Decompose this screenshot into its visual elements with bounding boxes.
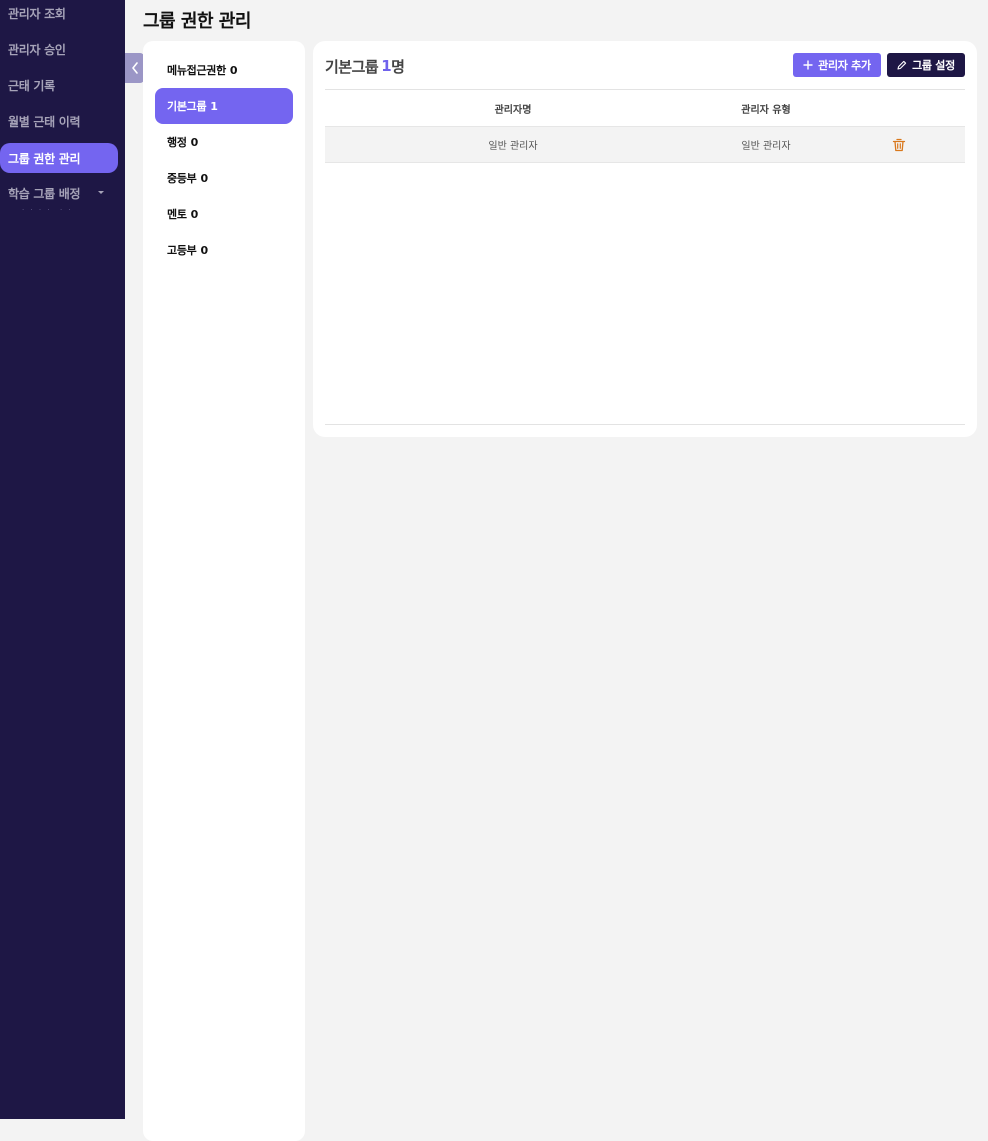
group-item-middle-school[interactable]: 중등부 0 <box>155 160 293 196</box>
group-detail-card: 기본그룹 1 명 관리자 추가 그룹 설정 관리자명 관리자 유형 일반 관리자… <box>313 41 977 437</box>
group-count: 0 <box>200 243 208 257</box>
group-item-high-school[interactable]: 고등부 0 <box>155 232 293 268</box>
admin-table-header: 관리자명 관리자 유형 <box>325 89 965 126</box>
admin-type-cell: 일반 관리자 <box>741 141 791 152</box>
group-settings-button[interactable]: 그룹 설정 <box>887 53 965 77</box>
group-list-panel: 메뉴접근권한 0 기본그룹 1 행정 0 중등부 0 멘토 0 고등부 0 <box>143 41 305 1141</box>
group-detail-title: 기본그룹 1 명 <box>325 54 405 78</box>
trash-icon <box>892 138 906 151</box>
group-item-mentor[interactable]: 멘토 0 <box>155 196 293 232</box>
group-count: 0 <box>190 135 199 149</box>
member-count: 1 <box>381 57 392 75</box>
sidebar-item-label: 근태 기록 <box>8 78 55 93</box>
group-item-basic[interactable]: 기본그룹 1 <box>155 88 293 124</box>
pencil-icon <box>897 60 907 70</box>
group-settings-label: 그룹 설정 <box>912 59 955 72</box>
sidebar-item-label: 학습 그룹 배정 <box>8 186 81 201</box>
group-item-menu-access[interactable]: 메뉴접근권한 0 <box>155 52 293 88</box>
group-detail-name: 기본그룹 <box>325 57 379 76</box>
group-name: 고등부 <box>167 244 197 257</box>
sidebar-item-monthly-attendance[interactable]: 월별 근태 이력 <box>0 106 118 136</box>
sidebar-item-label: 관리자 승인 <box>8 42 66 57</box>
group-item-admin[interactable]: 행정 0 <box>155 124 293 160</box>
sidebar-item-label: 월별 근태 이력 <box>8 114 81 129</box>
group-count: 0 <box>190 207 199 221</box>
sidebar-item-attendance-record[interactable]: 근태 기록 <box>0 70 118 100</box>
chevron-left-icon <box>131 62 138 74</box>
caret-down-icon <box>98 191 104 194</box>
group-name: 멘토 <box>167 208 187 221</box>
group-name: 중등부 <box>167 172 197 185</box>
sidebar-item-label: 그룹 권한 관리 <box>8 151 81 166</box>
sidebar-item-label: 관리자 조회 <box>8 6 66 21</box>
group-name: 기본그룹 <box>167 100 207 113</box>
sidebar-collapse-button[interactable] <box>125 53 144 83</box>
add-admin-label: 관리자 추가 <box>818 59 871 72</box>
group-name: 행정 <box>167 136 187 149</box>
sidebar-item-group-permissions[interactable]: 그룹 권한 관리 <box>0 143 118 173</box>
plus-icon <box>803 60 813 70</box>
group-count: 1 <box>210 99 218 113</box>
column-header-admin-type: 관리자 유형 <box>741 104 791 116</box>
group-count: 0 <box>229 63 238 77</box>
sidebar-item-study-group[interactable]: 학습 그룹 배정 <box>0 178 118 208</box>
admin-name-cell: 일반 관리자 <box>488 141 538 152</box>
table-row: 일반 관리자 일반 관리자 <box>325 126 965 163</box>
sidebar: 관리자 조회 관리자 승인 근태 기록 월별 근태 이력 그룹 권한 관리 학습… <box>0 0 125 1119</box>
group-name: 메뉴접근권한 <box>167 64 226 77</box>
sidebar-item-admin-list[interactable]: 관리자 조회 <box>0 0 118 28</box>
sidebar-item-admin-approval[interactable]: 관리자 승인 <box>0 34 118 64</box>
table-bottom-divider <box>325 424 965 425</box>
member-unit: 명 <box>391 57 405 76</box>
page-title: 그룹 권한 관리 <box>143 11 251 32</box>
column-header-admin-name: 관리자명 <box>494 104 532 116</box>
add-admin-button[interactable]: 관리자 추가 <box>793 53 881 77</box>
delete-admin-button[interactable] <box>887 127 911 162</box>
divider-dots: · · · · · · <box>22 206 73 214</box>
group-count: 0 <box>200 171 208 185</box>
